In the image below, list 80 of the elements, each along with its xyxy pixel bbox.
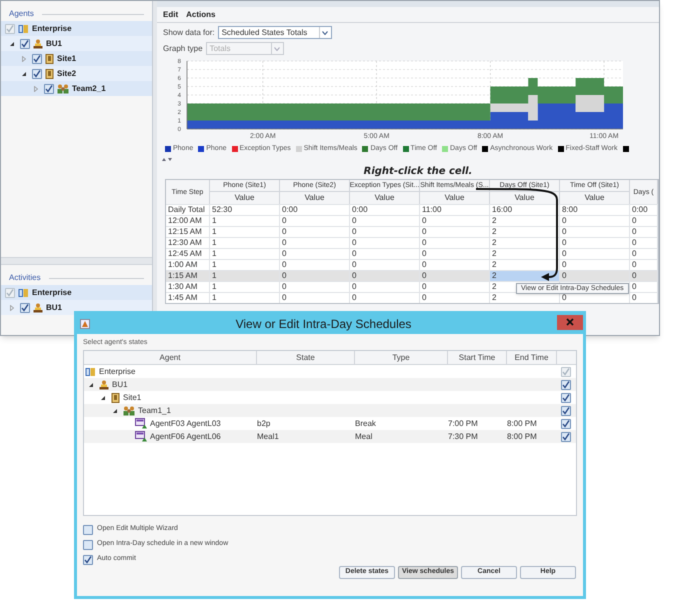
type-text: Meal [355, 432, 372, 440]
table-row[interactable]: 12:30 AM 1 0 0 0 2 0 0 [166, 237, 658, 248]
collapse-arrow-icon[interactable] [100, 394, 106, 400]
column-subheader: Value [304, 192, 326, 204]
person-at-desk-icon [99, 380, 109, 390]
checkbox[interactable] [561, 418, 571, 428]
books-icon [85, 366, 96, 376]
dropdown[interactable]: Scheduled States Totals [218, 26, 332, 39]
close-icon [566, 318, 574, 326]
person-at-desk-icon [33, 302, 43, 312]
menu-item[interactable]: Actions [186, 8, 216, 20]
collapse-arrow-icon[interactable] [88, 382, 94, 388]
checkbox[interactable] [83, 540, 93, 550]
checkbox[interactable] [83, 554, 93, 564]
people-icon [57, 84, 69, 94]
table-row[interactable]: 12:45 AM 1 0 0 0 2 0 0 [166, 248, 658, 259]
people-icon [123, 406, 135, 416]
close-button[interactable] [557, 314, 583, 330]
table-row[interactable]: 1:00 AM 1 0 0 0 2 0 0 [166, 259, 658, 270]
column-header[interactable]: State [257, 351, 355, 364]
callout-text: Right-click the cell. [364, 164, 472, 178]
collapse-toggle-icon[interactable] [161, 156, 173, 162]
person-at-desk-icon [33, 38, 43, 48]
checkbox[interactable] [561, 432, 571, 442]
books-icon [18, 288, 29, 298]
collapse-arrow-icon[interactable] [112, 408, 118, 414]
monitor-icon [135, 418, 147, 429]
section-title: Agents [9, 8, 34, 20]
table-row[interactable]: 12:15 AM 1 0 0 0 2 0 0 [166, 226, 658, 237]
table-row[interactable]: Daily Total 52:30 0:00 0:00 11:00 16:00 8:00 0:00 [166, 204, 658, 215]
agent-name: Team1_1 [138, 404, 171, 416]
tree-table-row[interactable]: Team1_1 [84, 404, 576, 417]
table-cell: 1:45 AM [166, 293, 210, 303]
monitor-icon [135, 431, 147, 442]
column-subheader: Value [374, 192, 396, 204]
agent-name: Site1 [123, 392, 142, 404]
tree-table-row[interactable]: BU1 [84, 378, 576, 391]
table-row[interactable]: 1:15 AM 1 0 0 0 2 0 0 [166, 270, 658, 281]
chevron-down-icon [322, 30, 328, 34]
table-row[interactable]: 12:00 AM 1 0 0 0 2 0 0 [166, 215, 658, 226]
type-text: Break [355, 418, 376, 428]
agent-name: BU1 [112, 378, 128, 390]
column-header[interactable]: End Time [507, 351, 557, 364]
state-text: b2p [257, 418, 270, 428]
table-cell: 0 [280, 293, 350, 303]
checkbox[interactable] [83, 524, 93, 534]
end-time: 8:00 PM [507, 432, 537, 440]
column-subheader: Value [514, 192, 536, 204]
chevron-down-icon [274, 46, 280, 50]
app-icon [80, 319, 90, 329]
tree-table-row[interactable]: AgentF06 AgentL06 Meal1 Meal 7:30 PM 8:00 PM [84, 430, 576, 443]
menu-item[interactable]: Edit [163, 8, 178, 20]
field-label: Graph type [163, 42, 203, 54]
column-subheader: Value [234, 192, 256, 204]
column-subheader: Value [584, 192, 606, 204]
table-cell: 1 [210, 293, 280, 303]
start-time: 7:00 PM [448, 418, 478, 428]
table-cell: 0 [630, 293, 658, 303]
end-time: 8:00 PM [507, 418, 537, 428]
dialog-title: View or Edit Intra-Day Schedules [234, 316, 412, 333]
building-icon [111, 392, 120, 402]
section-title: Activities [9, 272, 41, 284]
state-text: Meal1 [257, 432, 279, 440]
table-cell: 2 [490, 271, 560, 281]
agent-name: AgentF06 AgentL06 [150, 430, 221, 442]
column-header[interactable]: Type [355, 351, 448, 364]
column-header[interactable]: Start Time [448, 351, 507, 364]
books-icon [18, 24, 29, 34]
table-cell: 0 [350, 293, 420, 303]
table-row[interactable]: 1:45 AM 1 0 0 0 2 0 0 [166, 292, 658, 303]
agent-name: Enterprise [99, 366, 136, 378]
table-cell: 0 [420, 293, 490, 303]
checkbox[interactable] [561, 392, 571, 402]
checkbox[interactable] [561, 380, 571, 390]
agent-name: AgentF03 AgentL03 [150, 418, 221, 430]
field-label: Show data for: [163, 26, 215, 38]
checkbox[interactable] [561, 406, 571, 416]
column-subheader: Value [444, 192, 466, 204]
start-time: 7:30 PM [448, 432, 478, 440]
column-header[interactable]: Agent [84, 351, 257, 364]
